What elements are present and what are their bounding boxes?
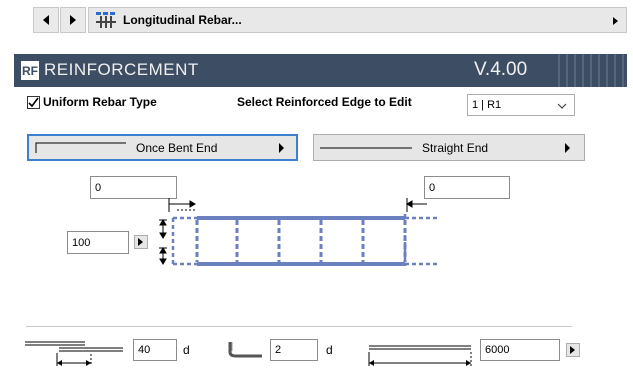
bar-length-icon [368,345,472,366]
once-bent-end-label: Once Bent End [136,141,218,155]
version-label: V.4.00 [474,59,528,80]
back-arrow-icon [43,15,49,25]
rebar-top [197,216,405,220]
bar-length-input[interactable]: 6000 [480,339,560,361]
dropdown-arrow-icon [565,143,570,153]
dropdown-arrow-icon [279,143,284,153]
lap-unit-label: d [183,343,190,357]
banner-title: REINFORCEMENT [44,60,199,79]
expand-arrow-icon [613,17,618,25]
edge-select-value: 1 | R1 [472,99,502,111]
straight-end-icon [320,147,412,149]
once-bent-end-button[interactable]: Once Bent End [27,134,298,161]
edge-select-label: Select Reinforced Edge to Edit [237,95,412,109]
straight-end-button[interactable]: Straight End [313,134,585,161]
lap-length-input[interactable]: 40 [133,339,177,361]
checkmark-icon [28,97,39,108]
section-divider [26,326,572,327]
reinforcement-banner: RF REINFORCEMENT V.4.00 [14,54,627,87]
right-arrow-icon [570,346,575,354]
once-bent-end-icon [35,142,126,153]
forward-arrow-icon [70,15,76,25]
uniform-rebar-label: Uniform Rebar Type [43,95,157,109]
lap-splice-icon [25,341,123,366]
right-arrow-icon [138,238,143,246]
extension-dimension-right [406,198,427,212]
panel-selector[interactable]: Longitudinal Rebar... [88,7,627,33]
hook-bend-icon [228,342,262,358]
chevron-down-icon [557,103,567,109]
bar-length-arrow-button[interactable] [566,343,580,357]
spacing-dimension [159,219,167,265]
spacing-arrow-button[interactable] [134,235,148,249]
bent-end-left [171,216,197,266]
uniform-rebar-checkbox[interactable] [27,96,40,109]
rebar-diagram [159,198,437,266]
bend-diameter-input[interactable]: 2 [270,339,318,361]
forward-button[interactable] [60,7,86,33]
bent-end-right [403,214,437,266]
edge-select-dropdown[interactable]: 1 | R1 [467,94,575,116]
extension-dimension-left [168,198,196,212]
rf-logo: RF [21,61,39,80]
stirrups [195,220,407,262]
bend-unit-label: d [326,343,333,357]
rebar-bottom [197,262,405,266]
back-button[interactable] [33,7,59,33]
straight-end-label: Straight End [422,141,489,155]
panel-title: Longitudinal Rebar... [123,13,242,27]
banner-decoration [552,54,627,87]
rebar-grid-icon [96,12,116,28]
stirrup-spacing-input[interactable]: 100 [67,231,129,254]
